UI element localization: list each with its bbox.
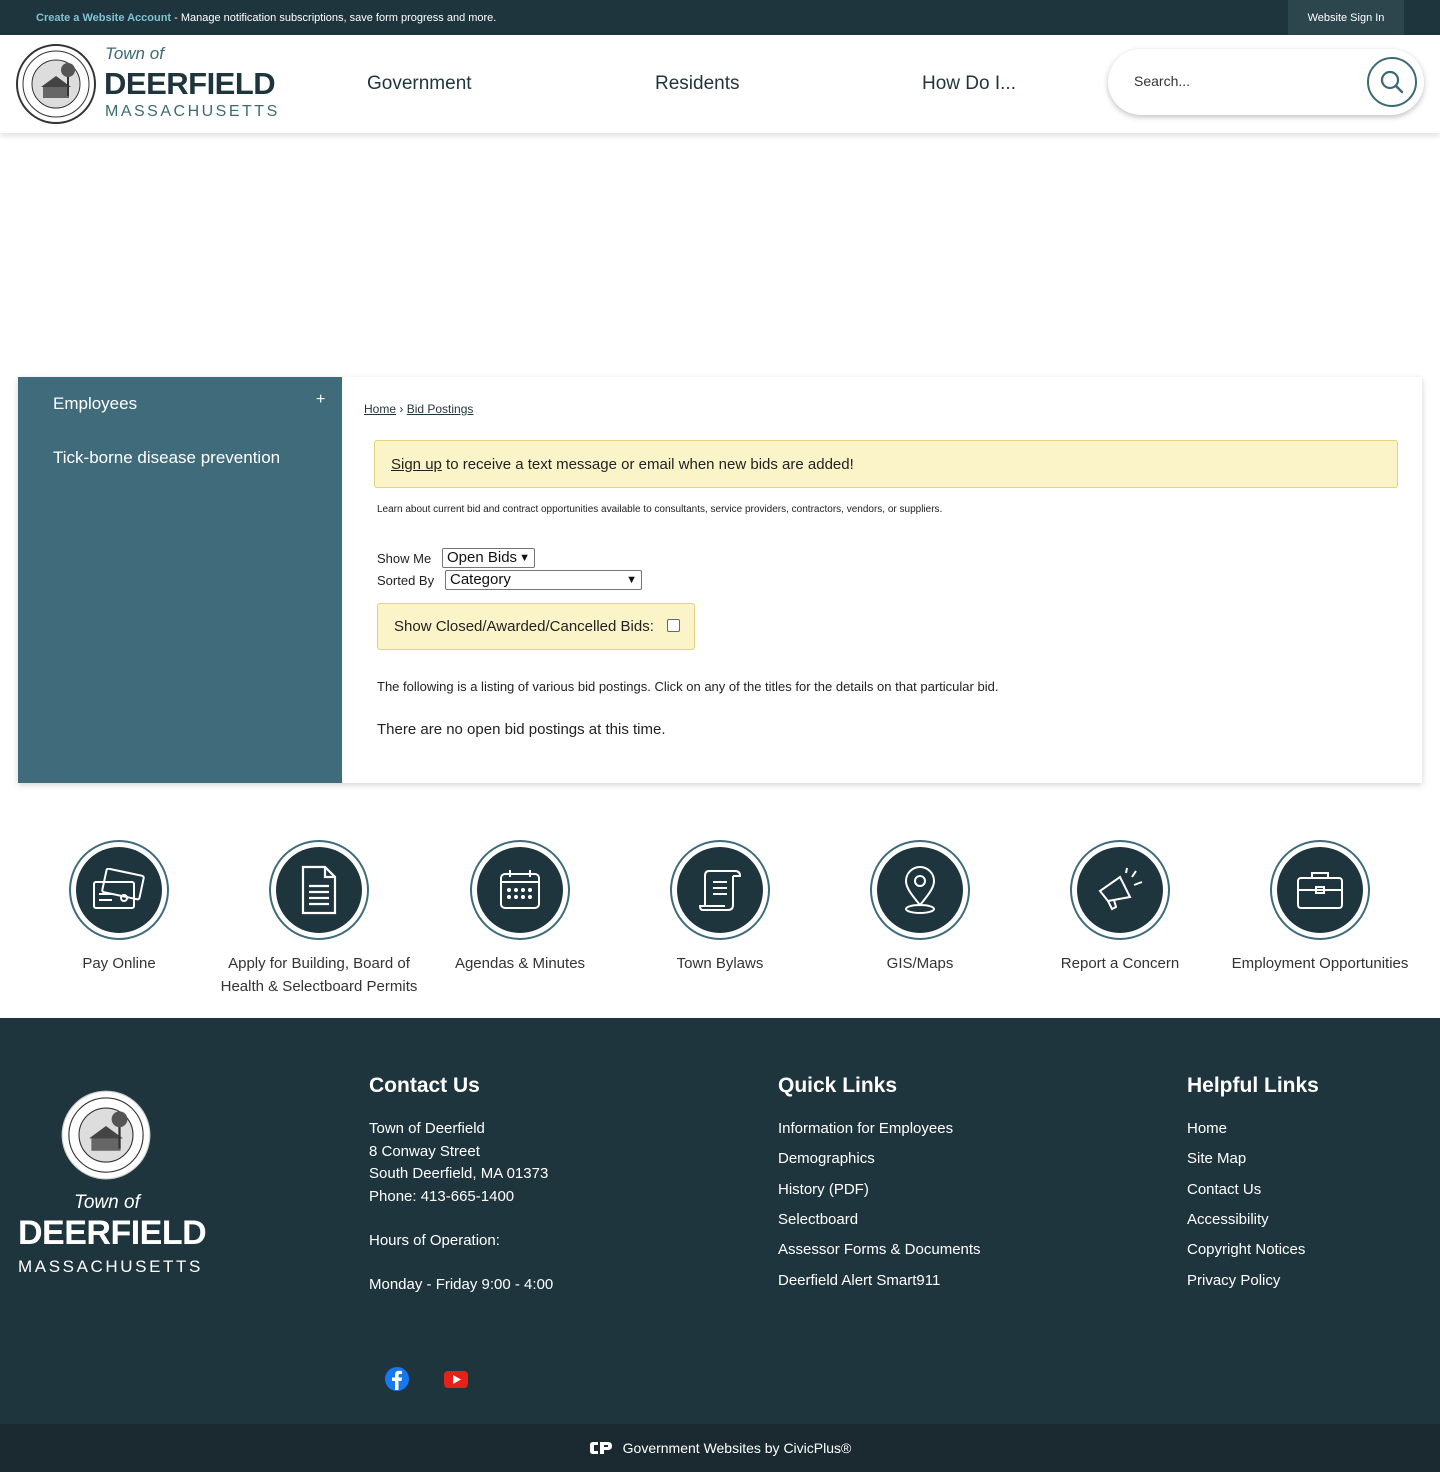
- utility-message: Create a Website Account - Manage notifi…: [36, 12, 496, 24]
- footer-brand-name: DEERFIELD: [18, 1214, 207, 1252]
- youtube-icon[interactable]: [443, 1366, 469, 1392]
- breadcrumb-separator: ›: [399, 402, 404, 416]
- contact-name: Town of Deerfield: [369, 1120, 485, 1137]
- sidebar-item-employees[interactable]: Employees: [53, 394, 137, 414]
- show-closed-label: Show Closed/Awarded/Cancelled Bids:: [394, 618, 654, 635]
- civicplus-credit-link[interactable]: Government Websites by CivicPlus®: [623, 1440, 852, 1456]
- search-box[interactable]: Search...: [1108, 49, 1424, 115]
- footer-link[interactable]: Assessor Forms & Documents: [778, 1241, 981, 1258]
- content-panel: Employees + Tick-borne disease preventio…: [18, 377, 1422, 783]
- credit-card-icon: [93, 868, 145, 909]
- breadcrumb-bid-postings[interactable]: Bid Postings: [407, 402, 474, 416]
- civicplus-credit-bar: Government Websites by CivicPlus®: [0, 1424, 1440, 1472]
- sorted-by-label: Sorted By: [377, 573, 435, 588]
- footer-seal-logo[interactable]: [61, 1090, 151, 1180]
- map-pin-icon: [904, 866, 936, 914]
- utility-bar: Create a Website Account - Manage notifi…: [0, 0, 1440, 35]
- chevron-down-icon: ▼: [626, 574, 637, 586]
- facebook-icon[interactable]: [384, 1366, 410, 1392]
- calendar-icon: [500, 870, 540, 909]
- brand-name[interactable]: DEERFIELD: [104, 66, 276, 102]
- nav-government[interactable]: Government: [367, 73, 472, 95]
- helpful-links-heading: Helpful Links: [1187, 1074, 1319, 1097]
- site-footer: Town of DEERFIELD MASSACHUSETTS Contact …: [0, 1018, 1440, 1424]
- hours-value: Monday - Friday 9:00 - 4:00: [369, 1276, 554, 1293]
- search-icon: [1380, 70, 1404, 94]
- quick-link-label: Town Bylaws: [676, 955, 764, 972]
- footer-link[interactable]: Information for Employees: [778, 1120, 953, 1137]
- expand-plus-icon[interactable]: +: [316, 391, 325, 409]
- quick-link-label: Employment Opportunities: [1231, 955, 1409, 972]
- megaphone-icon: [1098, 867, 1143, 911]
- no-bids-message: There are no open bid postings at this t…: [377, 721, 666, 738]
- utility-message-text: - Manage notification subscriptions, sav…: [171, 12, 497, 24]
- town-seal-logo[interactable]: [16, 44, 96, 124]
- briefcase-icon: [1297, 872, 1343, 909]
- nav-residents[interactable]: Residents: [655, 73, 740, 95]
- footer-town-of: Town of: [74, 1192, 140, 1213]
- search-input[interactable]: Search...: [1134, 73, 1190, 89]
- hours-label: Hours of Operation:: [369, 1232, 500, 1249]
- footer-link[interactable]: Demographics: [778, 1150, 875, 1167]
- contact-city: South Deerfield, MA 01373: [369, 1165, 549, 1182]
- sign-up-link[interactable]: Sign up: [391, 456, 442, 473]
- quick-links-heading: Quick Links: [778, 1074, 898, 1097]
- create-account-link[interactable]: Create a Website Account: [36, 12, 171, 24]
- footer-link[interactable]: Contact Us: [1187, 1181, 1261, 1198]
- brand-state: MASSACHUSETTS: [105, 103, 280, 120]
- quick-link-label: Apply for Building, Board of Health & Se…: [220, 955, 418, 995]
- quick-link-label: GIS/Maps: [886, 955, 954, 972]
- footer-brand-state: MASSACHUSETTS: [18, 1257, 203, 1276]
- contact-heading: Contact Us: [369, 1074, 480, 1097]
- search-button[interactable]: [1367, 57, 1417, 107]
- footer-link[interactable]: Copyright Notices: [1187, 1241, 1305, 1258]
- footer-link[interactable]: Home: [1187, 1120, 1227, 1137]
- quick-link-label: Agendas & Minutes: [454, 955, 586, 972]
- footer-link[interactable]: Deerfield Alert Smart911: [778, 1272, 940, 1289]
- footer-link[interactable]: Site Map: [1187, 1150, 1246, 1167]
- sorted-by-select[interactable]: Category ▼: [445, 570, 642, 590]
- sidebar-item-tick-borne[interactable]: Tick-borne disease prevention: [53, 448, 280, 468]
- brand-town-of: Town of: [105, 44, 164, 63]
- alert-text: to receive a text message or email when …: [441, 456, 854, 473]
- intro-text: Learn about current bid and contract opp…: [377, 504, 943, 515]
- listing-text: The following is a listing of various bi…: [377, 679, 999, 694]
- show-closed-box: Show Closed/Awarded/Cancelled Bids:: [377, 603, 695, 650]
- show-me-value: Open Bids: [447, 549, 518, 566]
- breadcrumb-home[interactable]: Home: [364, 402, 396, 416]
- quick-link-label: Pay Online: [82, 955, 156, 972]
- footer-link[interactable]: Selectboard: [778, 1211, 858, 1228]
- scroll-icon: [698, 870, 742, 911]
- site-header: Town of DEERFIELD MASSACHUSETTS Governme…: [0, 35, 1440, 133]
- website-sign-in-button[interactable]: Website Sign In: [1288, 0, 1404, 35]
- footer-link[interactable]: Privacy Policy: [1187, 1272, 1280, 1289]
- contact-street: 8 Conway Street: [369, 1143, 480, 1160]
- sidebar: Employees + Tick-borne disease preventio…: [18, 377, 342, 783]
- quick-link-label: Report a Concern: [1060, 955, 1180, 972]
- main-content: Home › Bid Postings Sign up to receive a…: [342, 377, 1422, 783]
- show-closed-checkbox[interactable]: [667, 619, 680, 632]
- footer-link[interactable]: History (PDF): [778, 1181, 869, 1198]
- civicplus-logo-icon[interactable]: [589, 1440, 613, 1456]
- breadcrumb: Home › Bid Postings: [364, 402, 473, 416]
- nav-how-do-i[interactable]: How Do I...: [922, 73, 1016, 95]
- document-icon: [301, 865, 337, 915]
- footer-link[interactable]: Accessibility: [1187, 1211, 1269, 1228]
- signup-alert: Sign up to receive a text message or ema…: [374, 440, 1398, 488]
- sorted-by-value: Category: [450, 571, 511, 588]
- show-me-select[interactable]: Open Bids ▼: [442, 548, 535, 568]
- show-me-label: Show Me: [377, 551, 432, 566]
- chevron-down-icon: ▼: [519, 552, 530, 564]
- contact-phone: Phone: 413-665-1400: [369, 1188, 515, 1205]
